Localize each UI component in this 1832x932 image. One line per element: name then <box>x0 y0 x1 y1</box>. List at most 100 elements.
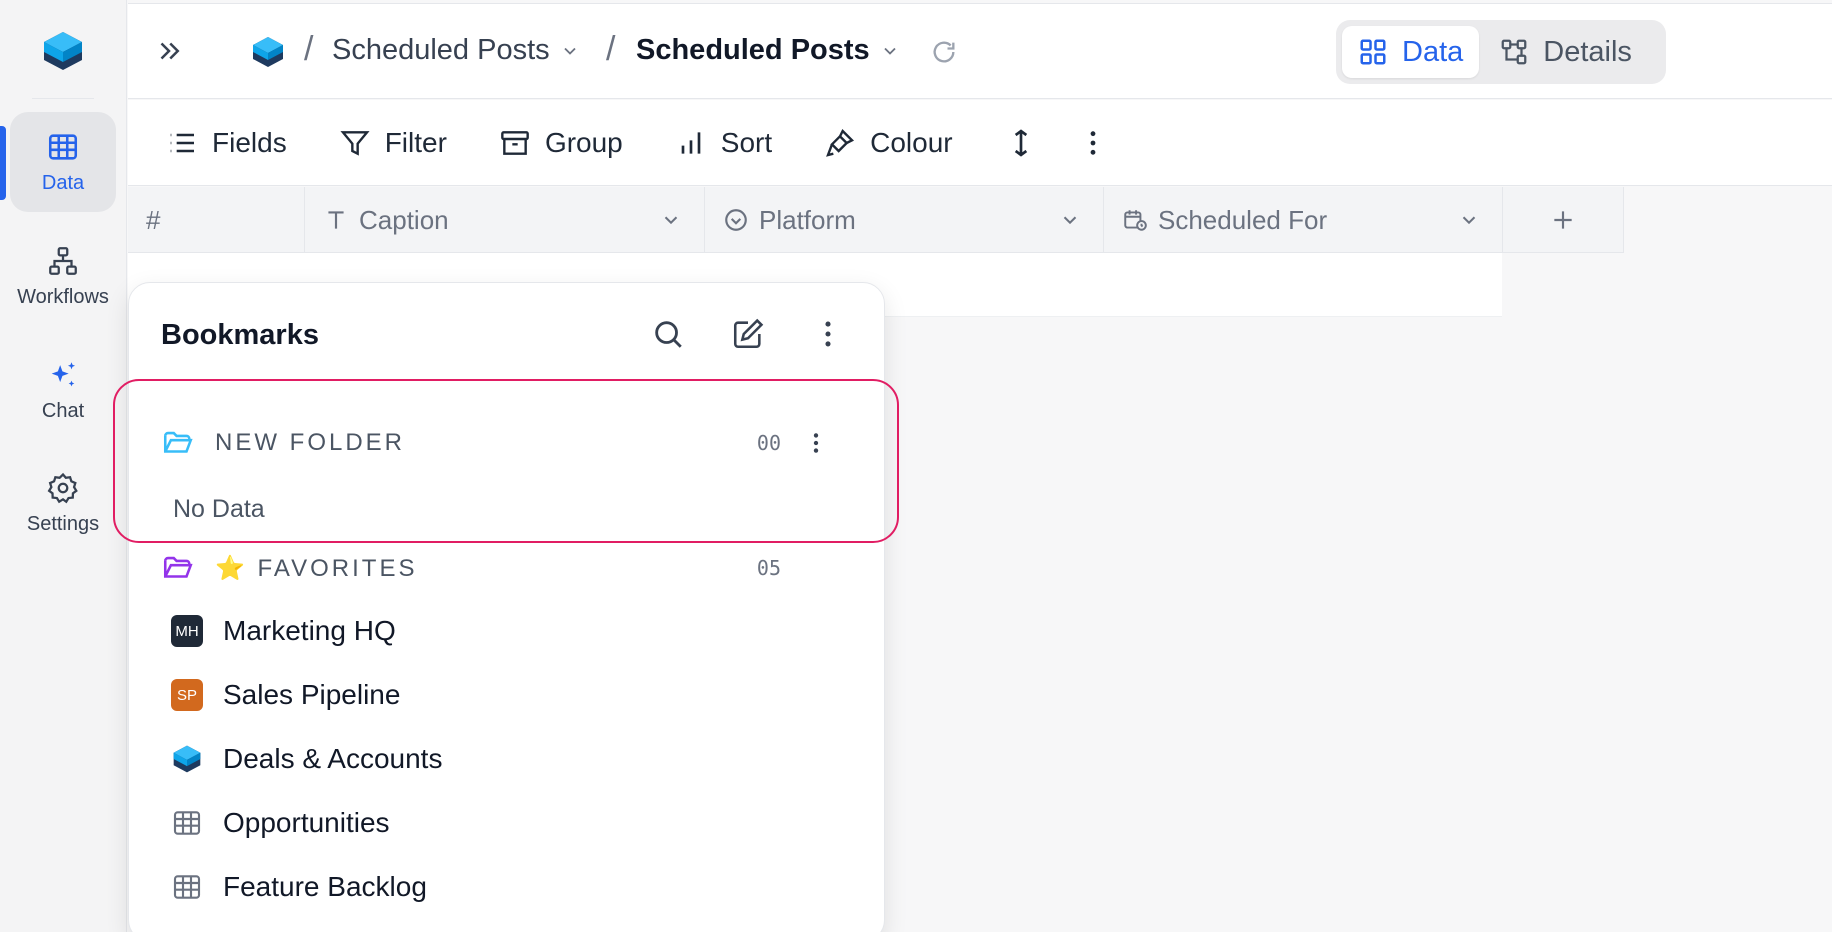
folder-name: ⭐ FAVORITES <box>215 554 418 582</box>
view-toggle: Data Details <box>1336 20 1666 84</box>
breadcrumb-separator: / <box>304 30 314 68</box>
left-rail: Data Workflows Chat Settings <box>0 0 127 932</box>
filter-button[interactable]: Filter <box>339 127 447 159</box>
bookmark-item[interactable]: Feature Backlog <box>171 871 427 903</box>
filter-icon <box>340 130 370 156</box>
bookmark-label: Sales Pipeline <box>223 679 401 710</box>
filter-label: Filter <box>384 126 447 158</box>
folder-name: NEW FOLDER <box>215 429 406 456</box>
row-number-label: # <box>146 204 161 235</box>
empty-folder-text: No Data <box>173 495 265 523</box>
view-data-button[interactable]: Data <box>1342 26 1480 78</box>
breadcrumb-parent[interactable]: Scheduled Posts <box>332 34 580 67</box>
column-header-scheduled-for[interactable]: Scheduled For <box>1104 187 1503 253</box>
breadcrumb-separator: / <box>606 30 616 68</box>
chevron-down-icon[interactable] <box>660 209 682 231</box>
group-button[interactable]: Group <box>499 127 623 159</box>
chevron-down-icon[interactable] <box>1458 209 1480 231</box>
bookmark-label: Feature Backlog <box>223 871 427 902</box>
search-icon[interactable] <box>651 317 685 351</box>
row-height-icon[interactable] <box>1005 127 1037 159</box>
breadcrumb-current[interactable]: Scheduled Posts <box>636 34 900 67</box>
bookmark-label: Marketing HQ <box>223 615 396 646</box>
view-data-label: Data <box>1402 35 1464 68</box>
gear-icon <box>47 472 78 503</box>
rail-divider <box>32 98 94 99</box>
schema-icon <box>1501 39 1527 65</box>
group-label: Group <box>544 126 623 158</box>
grid-toolbar: Fields Filter Group Sort Colour <box>128 100 1832 186</box>
rail-item-data[interactable]: Data <box>10 112 116 212</box>
bookmark-item[interactable]: SP Sales Pipeline <box>171 679 400 711</box>
colour-button[interactable]: Colour <box>824 126 953 159</box>
chevron-down-icon <box>884 47 896 55</box>
edit-icon[interactable] <box>731 317 765 351</box>
avatar: SP <box>171 679 203 711</box>
bookmark-label: Deals & Accounts <box>223 743 443 774</box>
folder-count: 05 <box>756 556 781 580</box>
folder-new-folder[interactable]: NEW FOLDER 00 <box>161 426 841 460</box>
rail-item-workflows[interactable]: Workflows <box>10 226 116 326</box>
top-header: / Scheduled Posts / Scheduled Posts Data… <box>128 3 1832 99</box>
select-circle-icon <box>725 209 747 231</box>
active-indicator <box>0 126 6 200</box>
cube-icon <box>173 745 201 773</box>
list-icon <box>170 133 194 152</box>
folder-open-icon <box>163 431 193 453</box>
rail-item-settings[interactable]: Settings <box>10 453 116 553</box>
more-vertical-icon[interactable] <box>803 430 829 456</box>
bookmark-item[interactable]: Deals & Accounts <box>171 743 442 775</box>
archive-icon <box>501 130 529 155</box>
view-details-button[interactable]: Details <box>1483 26 1648 78</box>
column-header-platform[interactable]: Platform <box>705 187 1104 253</box>
app-logo-icon[interactable] <box>40 28 86 74</box>
rail-item-chat[interactable]: Chat <box>10 340 116 440</box>
calendar-clock-icon <box>1124 210 1147 231</box>
column-label: Caption <box>359 204 449 235</box>
column-label: Platform <box>759 204 856 235</box>
view-details-label: Details <box>1543 35 1632 68</box>
folder-open-icon <box>163 556 193 578</box>
row-number-header: # <box>128 187 305 253</box>
breadcrumb-parent-label: Scheduled Posts <box>332 34 550 66</box>
sparkle-icon <box>51 361 76 386</box>
sort-label: Sort <box>720 126 773 158</box>
bookmark-label: Opportunities <box>223 807 390 838</box>
table-icon <box>173 811 201 835</box>
folder-count: 00 <box>756 431 781 455</box>
plus-icon <box>1554 211 1572 229</box>
folder-favorites[interactable]: ⭐ FAVORITES 05 <box>161 551 841 585</box>
table-icon <box>48 133 78 160</box>
sort-button[interactable]: Sort <box>675 127 772 159</box>
paint-brush-icon <box>826 128 855 157</box>
grid-header: # Caption Platform Scheduled For <box>128 187 1624 253</box>
rail-item-label: Settings <box>26 512 100 535</box>
rail-item-label: Chat <box>41 399 85 422</box>
grid-icon <box>1360 39 1386 65</box>
bookmarks-title: Bookmarks <box>161 319 319 351</box>
breadcrumb-current-label: Scheduled Posts <box>636 34 870 66</box>
table-icon <box>173 875 201 899</box>
bar-chart-icon <box>681 131 701 154</box>
colour-label: Colour <box>870 126 953 158</box>
fields-button[interactable]: Fields <box>166 127 287 159</box>
expand-sidebar-icon[interactable] <box>154 36 184 66</box>
bookmark-item[interactable]: MH Marketing HQ <box>171 615 396 647</box>
chevron-down-icon[interactable] <box>1059 209 1081 231</box>
column-label: Scheduled For <box>1158 204 1328 235</box>
text-type-icon <box>328 211 344 229</box>
more-vertical-icon[interactable] <box>811 317 845 351</box>
refresh-icon[interactable] <box>930 38 958 66</box>
bookmark-item[interactable]: Opportunities <box>171 807 390 839</box>
workflow-icon <box>49 246 77 275</box>
fields-label: Fields <box>212 126 287 158</box>
rail-item-label: Data <box>41 171 85 194</box>
base-cube-icon[interactable] <box>250 34 286 70</box>
rail-item-label: Workflows <box>17 285 109 308</box>
bookmarks-popover: Bookmarks NEW FOLDER 00 No Data ⭐ FAVORI… <box>113 282 899 932</box>
chevron-down-icon <box>564 47 576 55</box>
avatar: MH <box>171 615 203 647</box>
more-vertical-icon[interactable] <box>1077 127 1109 159</box>
add-column-button[interactable] <box>1503 187 1624 253</box>
column-header-caption[interactable]: Caption <box>305 187 705 253</box>
